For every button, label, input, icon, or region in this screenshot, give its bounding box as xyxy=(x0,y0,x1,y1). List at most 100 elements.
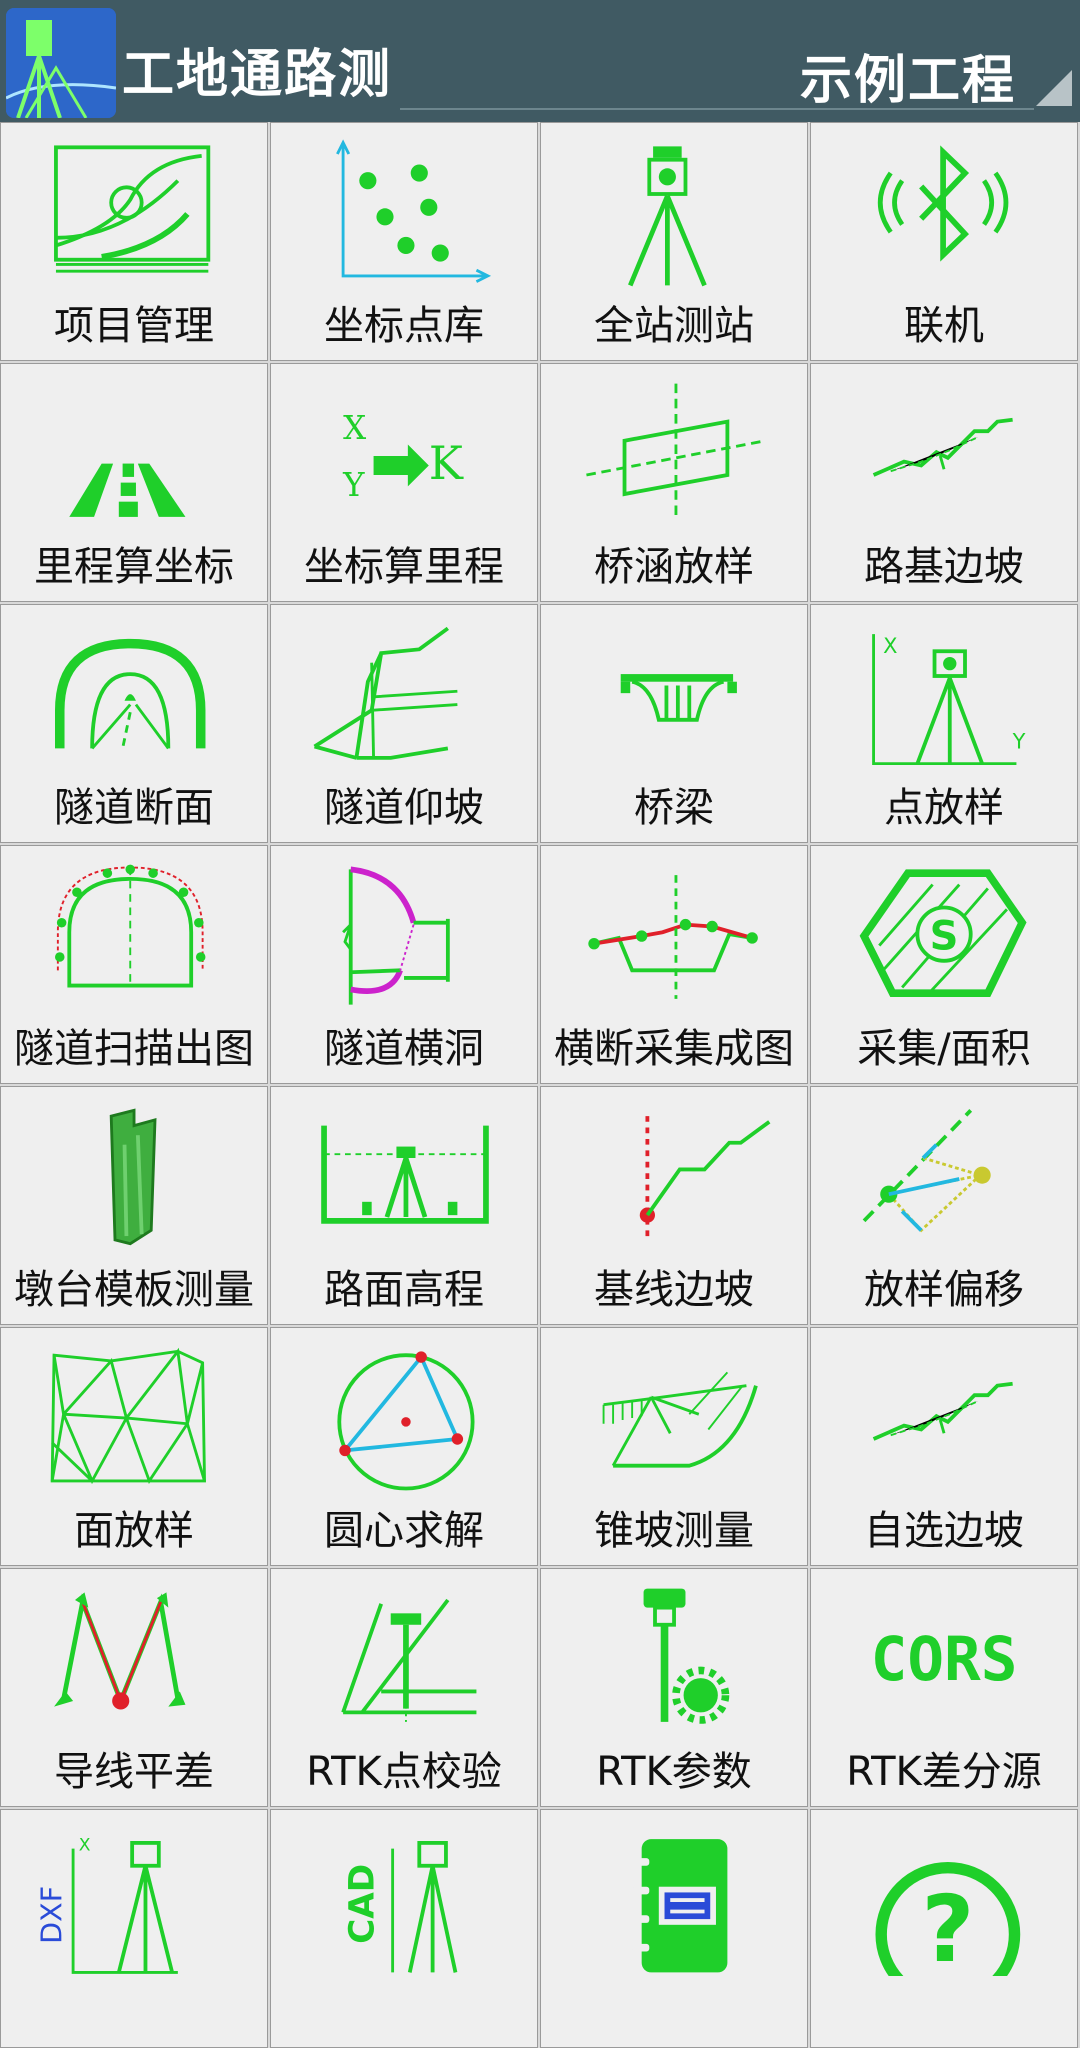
menu-item[interactable]: 项目管理 xyxy=(0,122,268,361)
cors-icon: CORS xyxy=(845,1585,1045,1735)
menu-item[interactable]: 桥梁 xyxy=(540,604,808,843)
menu-item[interactable]: 里程算坐标 xyxy=(0,363,268,602)
custom-slope-icon xyxy=(845,1344,1045,1494)
svg-text:K: K xyxy=(429,437,464,490)
svg-text:S: S xyxy=(930,913,959,959)
menu-item-label: 导线平差 xyxy=(54,1749,214,1795)
menu-item-label: 里程算坐标 xyxy=(34,544,234,590)
svg-text:DXF: DXF xyxy=(35,1886,69,1944)
menu-item[interactable]: 路基边坡 xyxy=(810,363,1078,602)
stakeout-offset-icon xyxy=(845,1103,1045,1253)
cross-section-icon xyxy=(575,862,775,1012)
menu-item-label: 坐标算里程 xyxy=(304,544,504,590)
rtk-params-icon xyxy=(575,1585,775,1735)
menu-item-label: 全站测站 xyxy=(594,303,754,349)
menu-item[interactable]: 锥坡测量 xyxy=(540,1327,808,1566)
menu-item[interactable]: 全站测站 xyxy=(540,122,808,361)
menu-item[interactable]: 面放样 xyxy=(0,1327,268,1566)
app-logo-icon xyxy=(6,8,116,118)
menu-item-label: 自选边坡 xyxy=(864,1508,1024,1554)
menu-item-label: 面放样 xyxy=(74,1508,194,1554)
menu-item[interactable]: DXF X xyxy=(0,1809,268,2048)
menu-item-label: 横断采集成图 xyxy=(554,1026,794,1072)
surface-stakeout-icon xyxy=(35,1344,235,1494)
menu-item[interactable]: ? xyxy=(810,1809,1078,2048)
menu-item-label: 隧道断面 xyxy=(54,785,214,831)
svg-text:X: X xyxy=(883,634,897,658)
menu-item[interactable]: CAD xyxy=(270,1809,538,2048)
svg-text:CAD: CAD xyxy=(343,1864,383,1944)
menu-corner-icon[interactable] xyxy=(1036,70,1072,106)
traverse-adjustment-icon xyxy=(35,1585,235,1735)
xy-to-k-icon: X Y K xyxy=(305,380,505,530)
menu-item-label: 坐标点库 xyxy=(324,303,484,349)
menu-item[interactable]: RTK参数 xyxy=(540,1568,808,1807)
help-icon: ? xyxy=(845,1826,1045,1976)
baseline-slope-icon xyxy=(575,1103,775,1253)
road-icon xyxy=(35,380,235,530)
slope-icon xyxy=(845,380,1045,530)
pier-template-icon xyxy=(35,1103,235,1253)
coordinate-library-icon xyxy=(305,139,505,289)
menu-item[interactable]: 坐标点库 xyxy=(270,122,538,361)
project-name[interactable]: 示例工程 xyxy=(800,38,1016,113)
menu-item[interactable]: 隧道扫描出图 xyxy=(0,845,268,1084)
menu-item[interactable]: X Y 点放样 xyxy=(810,604,1078,843)
tunnel-scan-icon xyxy=(35,862,235,1012)
rtk-check-icon xyxy=(305,1585,505,1735)
menu-item-label: 点放样 xyxy=(884,785,1004,831)
tunnel-section-icon xyxy=(35,621,235,771)
road-elevation-icon xyxy=(305,1103,505,1253)
bluetooth-icon xyxy=(845,139,1045,289)
menu-item[interactable]: 圆心求解 xyxy=(270,1327,538,1566)
menu-item[interactable]: S 采集/面积 xyxy=(810,845,1078,1084)
menu-item[interactable]: RTK点校验 xyxy=(270,1568,538,1807)
menu-item-label: 隧道扫描出图 xyxy=(14,1026,254,1072)
menu-item[interactable]: 联机 xyxy=(810,122,1078,361)
menu-item[interactable]: X Y K 坐标算里程 xyxy=(270,363,538,602)
svg-text:Y: Y xyxy=(1012,729,1026,753)
app-header: 工地通路测 示例工程 xyxy=(0,0,1080,122)
menu-item-label: 圆心求解 xyxy=(324,1508,484,1554)
menu-item[interactable]: 导线平差 xyxy=(0,1568,268,1807)
project-management-icon xyxy=(35,139,235,289)
cad-stakeout-icon: CAD xyxy=(305,1826,505,1976)
menu-item-label: 基线边坡 xyxy=(594,1267,754,1313)
menu-item-label: RTK点校验 xyxy=(306,1749,502,1795)
menu-item[interactable]: 桥涵放样 xyxy=(540,363,808,602)
svg-text:X: X xyxy=(79,1836,91,1856)
menu-item[interactable]: 隧道仰坡 xyxy=(270,604,538,843)
culvert-icon xyxy=(575,380,775,530)
total-station-icon xyxy=(575,139,775,289)
menu-item-label: 路面高程 xyxy=(324,1267,484,1313)
menu-item[interactable]: 基线边坡 xyxy=(540,1086,808,1325)
dxf-stakeout-icon: DXF X xyxy=(35,1826,235,1976)
cone-slope-icon xyxy=(575,1344,775,1494)
cross-tunnel-icon xyxy=(305,862,505,1012)
svg-text:X: X xyxy=(343,409,366,447)
svg-text:?: ? xyxy=(921,1876,974,1976)
svg-text:CORS: CORS xyxy=(871,1624,1018,1695)
area-icon: S xyxy=(845,862,1045,1012)
menu-item[interactable]: CORS RTK差分源 xyxy=(810,1568,1078,1807)
menu-item-label: 锥坡测量 xyxy=(594,1508,754,1554)
menu-item[interactable]: 墩台模板测量 xyxy=(0,1086,268,1325)
menu-item[interactable]: 隧道断面 xyxy=(0,604,268,843)
menu-item-label: 采集/面积 xyxy=(857,1026,1031,1072)
menu-item-label: 放样偏移 xyxy=(864,1267,1024,1313)
bridge-icon xyxy=(575,621,775,771)
menu-item-label: 墩台模板测量 xyxy=(14,1267,254,1313)
tunnel-slope-icon xyxy=(305,621,505,771)
menu-item-label: 路基边坡 xyxy=(864,544,1024,590)
menu-item[interactable]: 路面高程 xyxy=(270,1086,538,1325)
menu-item-label: RTK参数 xyxy=(596,1749,752,1795)
menu-item-label: 桥梁 xyxy=(634,785,714,831)
menu-item[interactable]: 横断采集成图 xyxy=(540,845,808,1084)
function-grid: 项目管理 坐标点库 全站测站 联机 里程算坐标 X Y K 坐标算里程 桥涵放样 路… xyxy=(0,122,1080,2048)
header-divider xyxy=(400,108,1034,110)
circle-center-icon xyxy=(305,1344,505,1494)
menu-item[interactable]: 隧道横洞 xyxy=(270,845,538,1084)
menu-item[interactable]: 放样偏移 xyxy=(810,1086,1078,1325)
menu-item[interactable] xyxy=(540,1809,808,2048)
menu-item[interactable]: 自选边坡 xyxy=(810,1327,1078,1566)
